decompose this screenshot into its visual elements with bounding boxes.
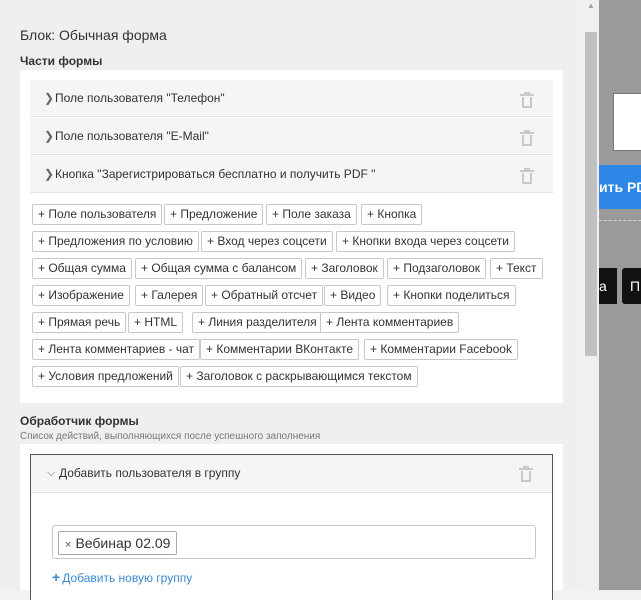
handler-section-subtitle: Список действий, выполняющихся после усп… — [20, 431, 321, 442]
trash-icon[interactable] — [520, 168, 534, 184]
add-share-buttons-button[interactable]: + Кнопки поделиться — [387, 285, 516, 306]
add-direct-speech-button[interactable]: + Прямая речь — [32, 312, 127, 333]
add-offer-terms-button[interactable]: + Условия предложений — [32, 366, 179, 387]
handler-section-title: Обработчик формы — [20, 414, 139, 428]
add-video-button[interactable]: + Видео — [324, 285, 382, 306]
action-label: Добавить пользователя в группу — [59, 466, 241, 480]
background-dark-button-2: П — [622, 268, 641, 304]
chevron-down-icon: ⌵ — [47, 467, 56, 479]
add-facebook-comments-button[interactable]: + Комментарии Facebook — [364, 339, 518, 360]
add-social-login-button[interactable]: + Вход через соцсети — [201, 231, 333, 252]
add-social-login-buttons-button[interactable]: + Кнопки входа через соцсети — [336, 231, 515, 252]
chip-label: Вебинар 02.09 — [75, 535, 171, 551]
add-divider-button[interactable]: + Линия разделителя — [192, 312, 323, 333]
background-input — [613, 93, 641, 151]
add-offer-button[interactable]: + Предложение — [164, 204, 264, 225]
trash-icon[interactable] — [520, 92, 534, 108]
add-gallery-button[interactable]: + Галерея — [135, 285, 204, 306]
chip-remove-icon[interactable]: × — [65, 539, 71, 551]
trash-icon[interactable] — [519, 466, 533, 482]
form-part-button[interactable]: ❯ Кнопка "Зарегистрироваться бесплатно и… — [30, 156, 553, 193]
add-conditional-offers-button[interactable]: + Предложения по условию — [32, 231, 199, 252]
add-heading-button[interactable]: + Заголовок — [305, 258, 384, 279]
form-part-label: Поле пользователя "Телефон" — [55, 91, 225, 105]
background-divider — [599, 220, 641, 221]
add-order-field-button[interactable]: + Поле заказа — [266, 204, 357, 225]
add-total-with-balance-button[interactable]: + Общая сумма с балансом — [135, 258, 303, 279]
background-submit-button: ить PDF — [599, 165, 641, 209]
add-subheading-button[interactable]: + Подзаголовок — [387, 258, 487, 279]
chevron-right-icon: ❯ — [44, 129, 55, 143]
scroll-up-arrow-icon[interactable]: ▲ — [585, 0, 597, 12]
form-part-phone[interactable]: ❯ Поле пользователя "Телефон" — [30, 80, 553, 117]
form-part-label: Поле пользователя "E-Mail" — [55, 129, 209, 143]
add-comments-feed-button[interactable]: + Лента комментариев — [320, 312, 460, 333]
form-handler-card: ⌵ Добавить пользователя в группу × Вебина… — [20, 444, 563, 600]
add-text-button[interactable]: + Текст — [490, 258, 543, 279]
selected-group-chip: × Вебинар 02.09 — [58, 531, 178, 555]
group-select-input[interactable]: × Вебинар 02.09 — [52, 525, 536, 559]
parts-section-title: Части формы — [20, 54, 103, 68]
action-header[interactable]: ⌵ Добавить пользователя в группу — [31, 455, 552, 493]
form-part-email[interactable]: ❯ Поле пользователя "E-Mail" — [30, 118, 553, 155]
form-part-label: Кнопка "Зарегистрироваться бесплатно и п… — [55, 167, 376, 181]
action-add-user-to-group: ⌵ Добавить пользователя в группу × Вебина… — [30, 454, 553, 600]
add-expandable-heading-button[interactable]: + Заголовок с раскрывающимся текстом — [180, 366, 418, 387]
add-user-field-button[interactable]: + Поле пользователя — [32, 204, 163, 225]
add-total-sum-button[interactable]: + Общая сумма — [32, 258, 132, 279]
plus-icon: + — [52, 569, 61, 585]
form-settings-panel: Блок: Обычная форма Части формы ❯ Поле п… — [0, 0, 583, 600]
chevron-right-icon: ❯ — [44, 167, 55, 181]
add-vk-comments-button[interactable]: + Комментарии ВКонтакте — [200, 339, 360, 360]
background-dark-button-1: а — [599, 268, 617, 304]
add-comments-chat-button[interactable]: + Лента комментариев - чат — [32, 339, 201, 360]
block-title: Блок: Обычная форма — [20, 27, 167, 43]
add-button-button[interactable]: + Кнопка — [361, 204, 423, 225]
add-countdown-button[interactable]: + Обратный отсчет — [205, 285, 324, 306]
add-new-group-label: Добавить новую группу — [62, 571, 193, 585]
trash-icon[interactable] — [520, 130, 534, 146]
add-html-button[interactable]: + HTML — [128, 312, 184, 333]
add-image-button[interactable]: + Изображение — [32, 285, 130, 306]
scrollbar-thumb[interactable] — [585, 32, 597, 356]
form-parts-card: ❯ Поле пользователя "Телефон" ❯ Поле пол… — [20, 70, 563, 403]
add-new-group-link[interactable]: + Добавить новую группу — [52, 569, 192, 585]
chevron-right-icon: ❯ — [44, 91, 55, 105]
